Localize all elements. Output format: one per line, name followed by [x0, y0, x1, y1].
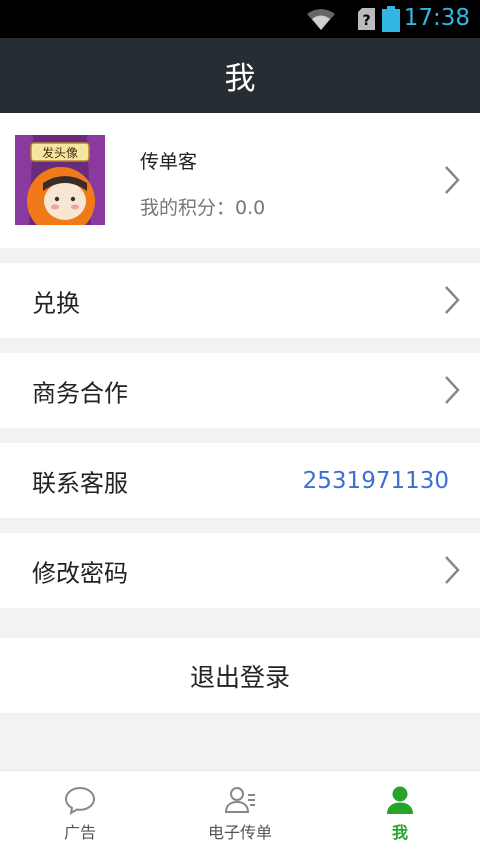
tab-label: 广告 — [63, 823, 96, 842]
menu-item-label: 联系客服 — [32, 469, 128, 497]
tab-label: 电子传单 — [207, 823, 272, 842]
menu-item-customer-service[interactable]: 联系客服 2531971130 — [0, 443, 480, 518]
person-icon — [387, 786, 413, 814]
logout-button[interactable]: 退出登录 — [0, 638, 480, 713]
avatar-badge-text: 发头像 — [42, 145, 78, 160]
user-points: 我的积分：0.0 — [140, 197, 266, 219]
tab-me[interactable]: 我 — [320, 771, 480, 854]
menu-item-exchange[interactable]: 兑换 — [0, 263, 480, 338]
no-sim-icon: ? — [358, 8, 375, 30]
menu-item-label: 兑换 — [32, 289, 80, 317]
wifi-icon — [307, 9, 335, 30]
status-bar: ? 17:38 — [0, 0, 480, 38]
menu-item-change-password[interactable]: 修改密码 — [0, 533, 480, 608]
title-bar: 我 — [0, 38, 480, 113]
user-name: 传单客 — [140, 151, 198, 173]
avatar: 发头像 — [15, 135, 105, 225]
service-phone-link[interactable]: 2531971130 — [303, 468, 449, 494]
logout-label: 退出登录 — [189, 662, 290, 692]
chevron-right-icon — [445, 376, 460, 404]
menu-item-label: 修改密码 — [32, 559, 128, 587]
profile-card[interactable]: 发头像 传单客 我的积分：0.0 — [0, 113, 480, 248]
svg-text:?: ? — [362, 13, 370, 29]
tab-e-flyers[interactable]: 电子传单 — [160, 771, 320, 854]
bottom-tab-bar: 广告 电子传单 我 — [0, 770, 480, 854]
tab-ads[interactable]: 广告 — [0, 771, 160, 854]
status-time: 17:38 — [403, 5, 470, 31]
page-title: 我 — [224, 61, 256, 97]
menu-item-label: 商务合作 — [32, 379, 128, 407]
contacts-icon — [224, 787, 255, 813]
chevron-right-icon — [445, 556, 460, 584]
battery-icon — [382, 6, 400, 32]
tab-label: 我 — [391, 823, 408, 842]
menu-item-business[interactable]: 商务合作 — [0, 353, 480, 428]
chevron-right-icon — [445, 286, 460, 314]
chat-bubble-icon — [64, 786, 96, 815]
chevron-right-icon — [445, 166, 460, 194]
